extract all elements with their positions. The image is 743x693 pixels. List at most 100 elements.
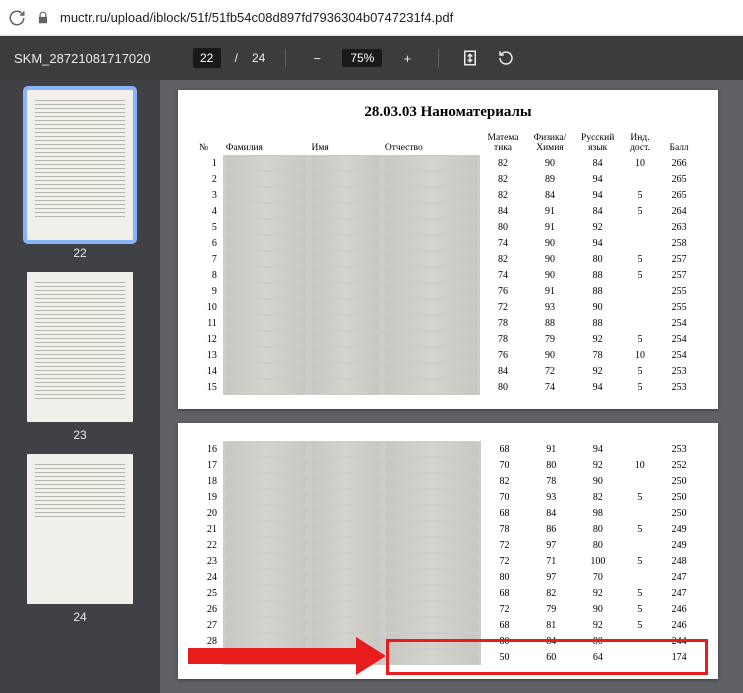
- redacted-cell: [383, 473, 481, 489]
- redacted-cell: [382, 267, 480, 283]
- col-surname: Фамилия: [223, 131, 309, 155]
- page-total: 24: [252, 51, 265, 65]
- col-phys: Физика/ Химия: [526, 131, 573, 155]
- redacted-cell: [223, 331, 309, 347]
- col-math: Матема тика: [480, 131, 526, 155]
- thumbnail-22[interactable]: 22: [0, 90, 160, 260]
- redacted-cell: [223, 649, 309, 665]
- table-row: 2828994265: [196, 171, 700, 187]
- pdf-page-23: 1668919425317708092102521882789025019709…: [178, 423, 718, 679]
- redacted-cell: [223, 379, 309, 395]
- redacted-cell: [223, 347, 309, 363]
- redacted-cell: [309, 379, 382, 395]
- redacted-cell: [223, 617, 309, 633]
- zoom-out-button[interactable]: −: [306, 47, 328, 69]
- redacted-cell: [309, 521, 383, 537]
- rotate-button[interactable]: [495, 47, 517, 69]
- table-row: 197093825250: [196, 489, 700, 505]
- thumbnail-label: 23: [73, 428, 86, 442]
- redacted-cell: [309, 617, 383, 633]
- page-canvas[interactable]: 28.03.03 Наноматериалы № Фамилия Имя Отч…: [160, 80, 743, 693]
- document-title: SKM_28721081717020: [14, 51, 151, 66]
- redacted-cell: [309, 537, 383, 553]
- redacted-cell: [382, 299, 480, 315]
- table-row: 22729780249: [196, 537, 700, 553]
- redacted-cell: [309, 347, 382, 363]
- redacted-cell: [309, 505, 383, 521]
- redacted-cell: [223, 171, 309, 187]
- redacted-cell: [223, 251, 309, 267]
- table-row: 16689194253: [196, 441, 700, 457]
- table-row: 182908410266: [196, 155, 700, 171]
- redacted-cell: [383, 585, 481, 601]
- browser-address-bar: [0, 0, 743, 36]
- redacted-cell: [309, 187, 382, 203]
- thumbnail-label: 24: [73, 610, 86, 624]
- zoom-in-button[interactable]: +: [396, 47, 418, 69]
- redacted-cell: [383, 457, 481, 473]
- redacted-cell: [309, 235, 382, 251]
- table-row: 267279905246: [196, 601, 700, 617]
- table-row: 48491845264: [196, 203, 700, 219]
- thumbnail-24[interactable]: 24: [0, 454, 160, 624]
- table-row: 148472925253: [196, 363, 700, 379]
- redacted-cell: [382, 379, 480, 395]
- redacted-cell: [382, 219, 480, 235]
- fit-page-button[interactable]: [459, 47, 481, 69]
- redacted-cell: [309, 457, 383, 473]
- redacted-cell: [382, 171, 480, 187]
- redacted-cell: [309, 267, 382, 283]
- col-patronymic: Отчество: [382, 131, 480, 155]
- url-input[interactable]: [60, 10, 735, 25]
- redacted-cell: [223, 473, 309, 489]
- thumbnail-panel[interactable]: 22 23 24: [0, 80, 160, 693]
- table-row: 276881925246: [196, 617, 700, 633]
- redacted-cell: [383, 649, 481, 665]
- redacted-cell: [382, 331, 480, 347]
- redacted-cell: [309, 569, 383, 585]
- redacted-cell: [382, 203, 480, 219]
- redacted-cell: [309, 473, 383, 489]
- table-row: 24809770247: [196, 569, 700, 585]
- redacted-cell: [223, 315, 309, 331]
- redacted-cell: [223, 633, 309, 649]
- redacted-cell: [223, 235, 309, 251]
- table-row: 29506064174: [196, 649, 700, 665]
- redacted-cell: [309, 315, 382, 331]
- table-row: 87490885257: [196, 267, 700, 283]
- redacted-cell: [309, 283, 382, 299]
- table-row: 127879925254: [196, 331, 700, 347]
- redacted-cell: [223, 489, 309, 505]
- page-number-input[interactable]: 22: [193, 48, 221, 68]
- lock-icon: [36, 11, 50, 25]
- redacted-cell: [309, 331, 382, 347]
- table-row: 78290805257: [196, 251, 700, 267]
- redacted-cell: [309, 633, 383, 649]
- redacted-cell: [223, 569, 309, 585]
- table-row: 1770809210252: [196, 457, 700, 473]
- redacted-cell: [223, 267, 309, 283]
- reload-icon[interactable]: [8, 9, 26, 27]
- col-total: Балл: [658, 131, 700, 155]
- redacted-cell: [309, 171, 382, 187]
- redacted-cell: [223, 203, 309, 219]
- thumbnail-23[interactable]: 23: [0, 272, 160, 442]
- redacted-cell: [382, 235, 480, 251]
- col-name: Имя: [309, 131, 382, 155]
- table-row: 158074945253: [196, 379, 700, 395]
- redacted-cell: [382, 283, 480, 299]
- redacted-cell: [309, 251, 382, 267]
- table-row: 10729390255: [196, 299, 700, 315]
- table-row: 256882925247: [196, 585, 700, 601]
- redacted-cell: [383, 601, 481, 617]
- table-row: 2372711005248: [196, 553, 700, 569]
- ranking-table-2: 1668919425317708092102521882789025019709…: [196, 441, 700, 665]
- zoom-level[interactable]: 75%: [342, 49, 382, 67]
- page-separator: /: [235, 51, 238, 65]
- redacted-cell: [383, 489, 481, 505]
- redacted-cell: [223, 601, 309, 617]
- redacted-cell: [309, 299, 382, 315]
- redacted-cell: [309, 203, 382, 219]
- redacted-cell: [309, 585, 383, 601]
- redacted-cell: [309, 441, 383, 457]
